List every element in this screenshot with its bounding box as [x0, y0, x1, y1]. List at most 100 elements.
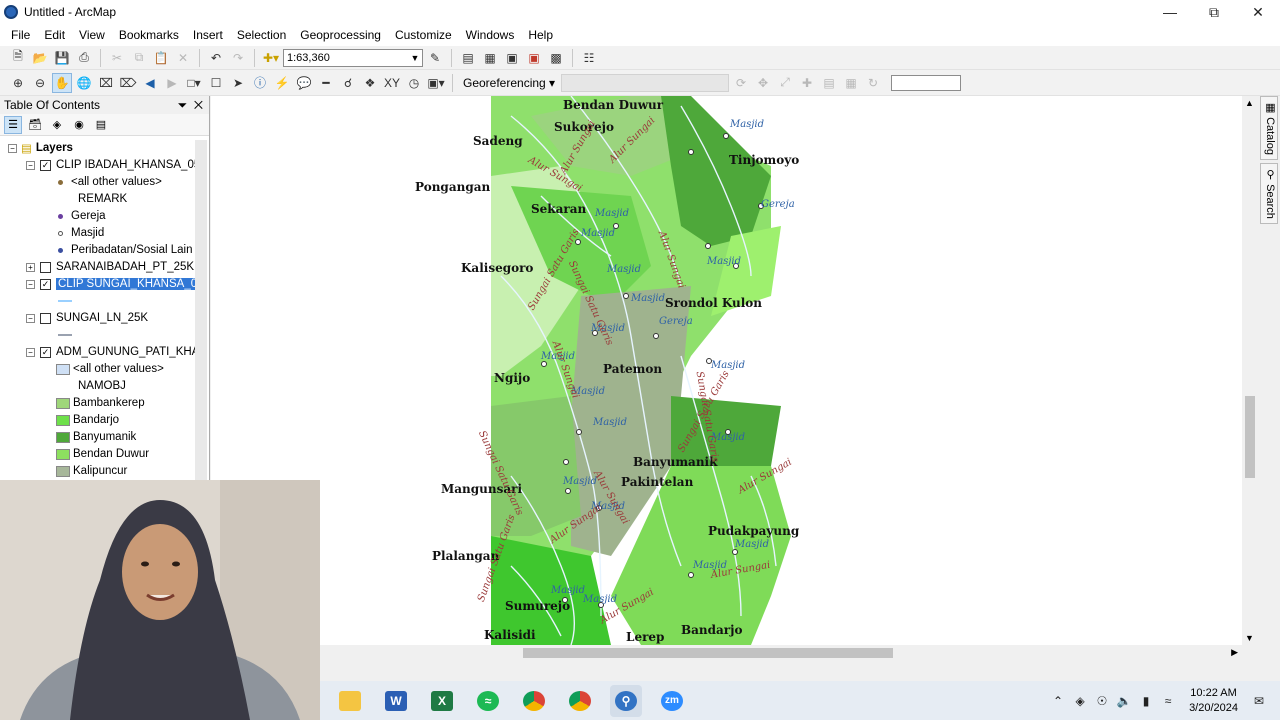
zoom-in-icon[interactable]: ⊕	[8, 73, 28, 93]
camera-icon[interactable]: ◈	[1069, 694, 1091, 708]
excel-icon[interactable]: X	[426, 685, 458, 717]
battery-icon[interactable]: ▮	[1135, 694, 1157, 708]
hyperlink-icon[interactable]: ⚡	[272, 73, 292, 93]
layer-visibility-checkbox[interactable]: ✓	[40, 278, 51, 290]
rotate-icon[interactable]: ⟳	[731, 73, 751, 93]
create-viewer-window-icon[interactable]: ▣▾	[426, 73, 446, 93]
menu-insert[interactable]: Insert	[186, 28, 230, 42]
html-popup-icon[interactable]: 💬	[294, 73, 314, 93]
view-link-icon[interactable]: ▦	[841, 73, 861, 93]
paste-icon[interactable]: 📋	[151, 48, 171, 68]
layer-visibility-checkbox[interactable]	[40, 312, 51, 324]
measure-icon[interactable]: ━	[316, 73, 336, 93]
restore-icon[interactable]: ⧉	[1192, 0, 1236, 24]
editor-toolbar-icon[interactable]: ✎	[425, 48, 445, 68]
scroll-thumb[interactable]	[523, 648, 893, 658]
find-route-icon[interactable]: ❖	[360, 73, 380, 93]
zoom-icon[interactable]: zm	[656, 685, 688, 717]
georeferencing-menu[interactable]: Georeferencing ▾	[459, 76, 559, 90]
collapse-icon[interactable]: −	[26, 160, 35, 170]
toc-layer-saranaibadah[interactable]: + SARANAIBADAH_PT_25K	[26, 259, 194, 275]
identify-icon[interactable]: ⓘ	[250, 73, 270, 93]
file-explorer-icon[interactable]	[334, 685, 366, 717]
menu-edit[interactable]: Edit	[37, 28, 72, 42]
chevron-up-icon[interactable]: ⌃	[1047, 694, 1069, 708]
notification-icon[interactable]: ✉	[1248, 694, 1270, 708]
toc-layers-root[interactable]: − ▤ Layers	[8, 140, 73, 156]
toc-layer-sungai-ln[interactable]: − SUNGAI_LN_25K	[26, 310, 148, 326]
pan-hand-icon[interactable]: ✋	[52, 72, 72, 93]
arcmap-taskbar-icon[interactable]: ⚲	[610, 684, 642, 717]
map-horizontal-scrollbar[interactable]: ▶	[320, 645, 1242, 661]
zoom-out-icon[interactable]: ⊖	[30, 73, 50, 93]
fixed-zoom-in-icon[interactable]: ⌧	[96, 73, 116, 93]
scroll-right-icon[interactable]: ▶	[1231, 647, 1238, 658]
list-by-visibility-icon[interactable]: ◈	[48, 116, 66, 134]
pin-icon[interactable]: ⏷	[178, 98, 188, 112]
speaker-icon[interactable]: 🔈	[1113, 694, 1135, 708]
shift-icon[interactable]: ✥	[753, 73, 773, 93]
toc-layer-ibadah[interactable]: − ✓ CLIP IBADAH_KHANSA_05	[26, 157, 200, 173]
collapse-icon[interactable]: −	[26, 279, 35, 289]
map-view[interactable]: Bendan Duwur Sukorejo Sadeng Tinjomoyo Ponga…	[211, 96, 1245, 645]
search-window-icon[interactable]: ▣	[502, 48, 522, 68]
table-of-contents-icon[interactable]: ▤	[458, 48, 478, 68]
word-icon[interactable]: W	[380, 685, 412, 717]
menu-geoprocessing[interactable]: Geoprocessing	[293, 28, 388, 42]
menu-file[interactable]: File	[4, 28, 37, 42]
collapse-icon[interactable]: −	[26, 313, 35, 323]
new-document-icon[interactable]: 🗎	[8, 48, 28, 68]
link-table-icon[interactable]: ▤	[819, 73, 839, 93]
list-by-source-icon[interactable]: 🗃	[26, 116, 44, 134]
scroll-thumb[interactable]	[1245, 396, 1255, 478]
toc-layer-sungai[interactable]: − ✓ CLIP SUNGAI_KHANSA_05	[26, 276, 206, 292]
scroll-down-icon[interactable]: ▼	[1245, 633, 1254, 643]
microphone-icon[interactable]: ☉	[1091, 694, 1113, 708]
add-data-icon[interactable]: ✚▾	[261, 48, 281, 68]
scroll-up-icon[interactable]: ▲	[1245, 98, 1254, 108]
search-tab[interactable]: ⚲ Search	[1260, 162, 1278, 224]
collapse-icon[interactable]: −	[8, 143, 17, 153]
select-features-icon[interactable]: □▾	[184, 73, 204, 93]
reset-transformation-icon[interactable]: ↻	[863, 73, 883, 93]
open-folder-icon[interactable]: 📂	[30, 48, 50, 68]
list-by-drawing-order-icon[interactable]: ☰	[4, 115, 22, 134]
toc-layer-adm[interactable]: − ✓ ADM_GUNUNG_PATI_KHA	[26, 344, 199, 360]
map-vertical-scrollbar[interactable]: ▲ ▼	[1242, 96, 1258, 645]
menu-view[interactable]: View	[72, 28, 112, 42]
python-window-icon[interactable]: ▩	[546, 48, 566, 68]
menu-bookmarks[interactable]: Bookmarks	[112, 28, 186, 42]
wifi-icon[interactable]: ≈	[1157, 694, 1179, 708]
print-icon[interactable]: ⎙	[74, 48, 94, 68]
menu-windows[interactable]: Windows	[459, 28, 522, 42]
undo-icon[interactable]: ↶	[206, 48, 226, 68]
redo-icon[interactable]: ↷	[228, 48, 248, 68]
arctoolbox-icon[interactable]: ▣	[524, 48, 544, 68]
close-icon[interactable]: ✕	[1236, 0, 1280, 24]
menu-help[interactable]: Help	[521, 28, 560, 42]
expand-icon[interactable]: +	[26, 262, 35, 272]
menu-selection[interactable]: Selection	[230, 28, 293, 42]
collapse-icon[interactable]: −	[26, 347, 35, 357]
chrome-profile-icon[interactable]	[564, 685, 596, 717]
catalog-tab[interactable]: ▦ Catalog	[1260, 96, 1278, 160]
fixed-zoom-out-icon[interactable]: ⌦	[118, 73, 138, 93]
model-builder-icon[interactable]: ☷	[579, 48, 599, 68]
back-extent-icon[interactable]: ◀	[140, 73, 160, 93]
add-control-points-icon[interactable]: ✚	[797, 73, 817, 93]
map-scale-combo[interactable]: 1:63,360 ▼	[283, 48, 423, 67]
clear-selection-icon[interactable]: ☐	[206, 73, 226, 93]
save-icon[interactable]: 💾	[52, 48, 72, 68]
layer-visibility-checkbox[interactable]: ✓	[40, 346, 51, 358]
clock[interactable]: 10:22 AM 3/20/2024	[1189, 686, 1238, 716]
time-slider-icon[interactable]: ◷	[404, 73, 424, 93]
chrome-icon[interactable]	[518, 685, 550, 717]
layer-visibility-checkbox[interactable]	[40, 261, 51, 273]
georeferencing-layer-combo[interactable]	[561, 73, 730, 92]
catalog-window-icon[interactable]: ▦	[480, 48, 500, 68]
menu-customize[interactable]: Customize	[388, 28, 459, 42]
select-elements-arrow-icon[interactable]: ➤	[228, 73, 248, 93]
minimize-icon[interactable]: —	[1148, 0, 1192, 24]
delete-icon[interactable]: ✕	[173, 48, 193, 68]
forward-extent-icon[interactable]: ▶	[162, 73, 182, 93]
